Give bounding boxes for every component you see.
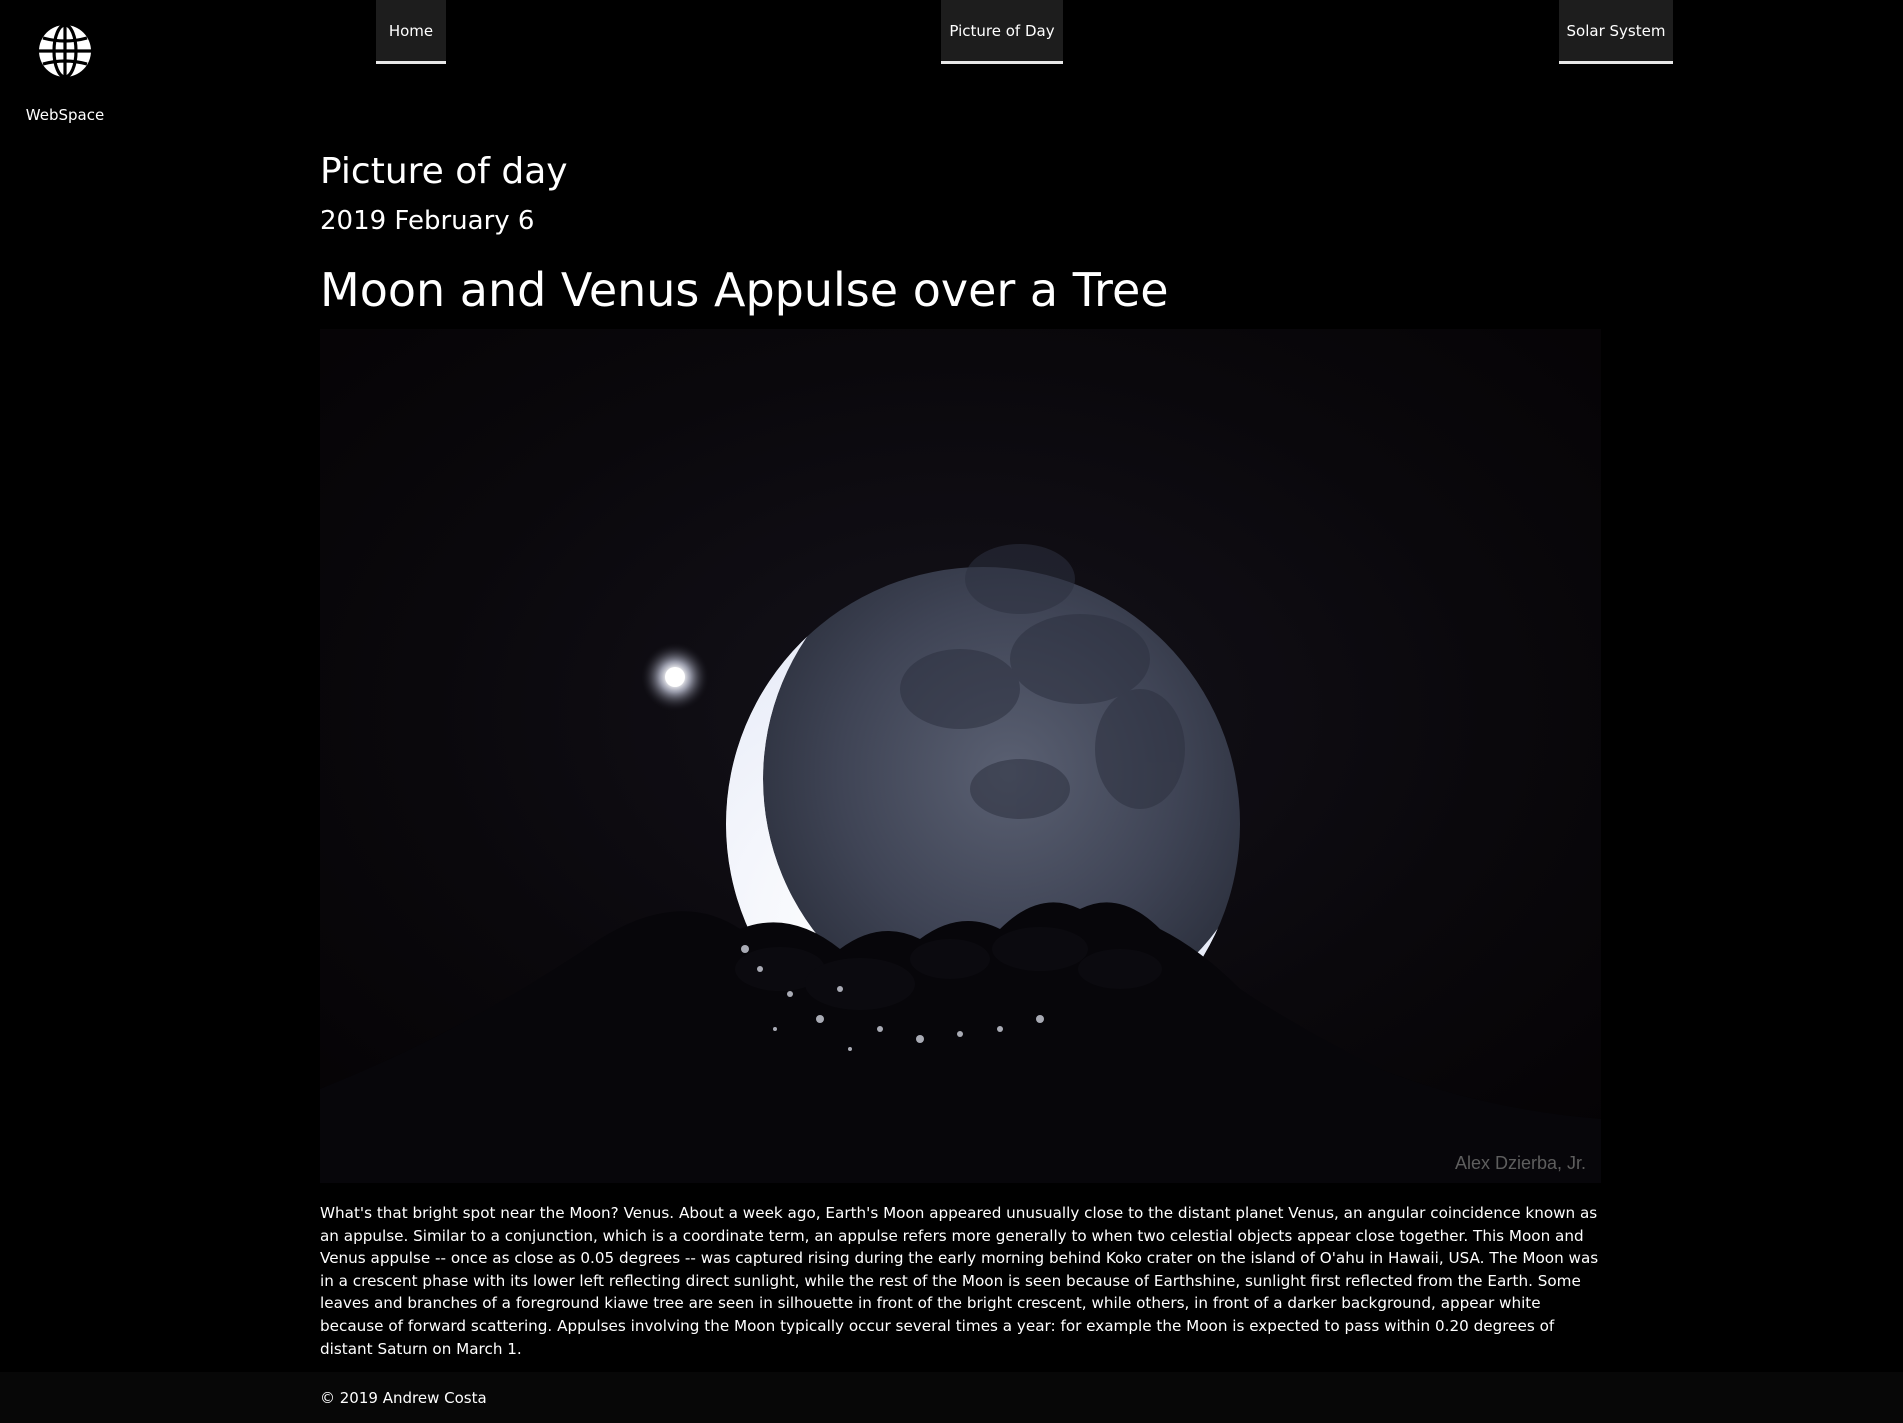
brand-name: WebSpace xyxy=(25,106,105,124)
nav-solar-system-label: Solar System xyxy=(1566,21,1666,40)
picture-title: Moon and Venus Appulse over a Tree xyxy=(320,263,1169,317)
nav-home[interactable]: Home xyxy=(376,0,446,64)
picture-date: 2019 February 6 xyxy=(320,206,535,236)
nav-picture-of-day[interactable]: Picture of Day xyxy=(941,0,1063,64)
copyright: © 2019 Andrew Costa xyxy=(320,1389,487,1407)
nav-picture-of-day-label: Picture of Day xyxy=(949,21,1055,40)
brand[interactable]: WebSpace xyxy=(24,22,106,124)
picture-image: Alex Dzierba, Jr. xyxy=(320,329,1601,1183)
nav-solar-system[interactable]: Solar System xyxy=(1559,0,1673,64)
image-credit: Alex Dzierba, Jr. xyxy=(1455,1153,1586,1173)
globe-icon[interactable] xyxy=(36,22,94,80)
section-title: Picture of day xyxy=(320,151,568,192)
footer: © 2019 Andrew Costa xyxy=(0,1372,1903,1423)
picture-explanation: What's that bright spot near the Moon? V… xyxy=(320,1204,1599,1358)
page: WebSpace Home Picture of Day Solar Syste… xyxy=(0,0,1903,1423)
nav-home-label: Home xyxy=(388,21,434,40)
